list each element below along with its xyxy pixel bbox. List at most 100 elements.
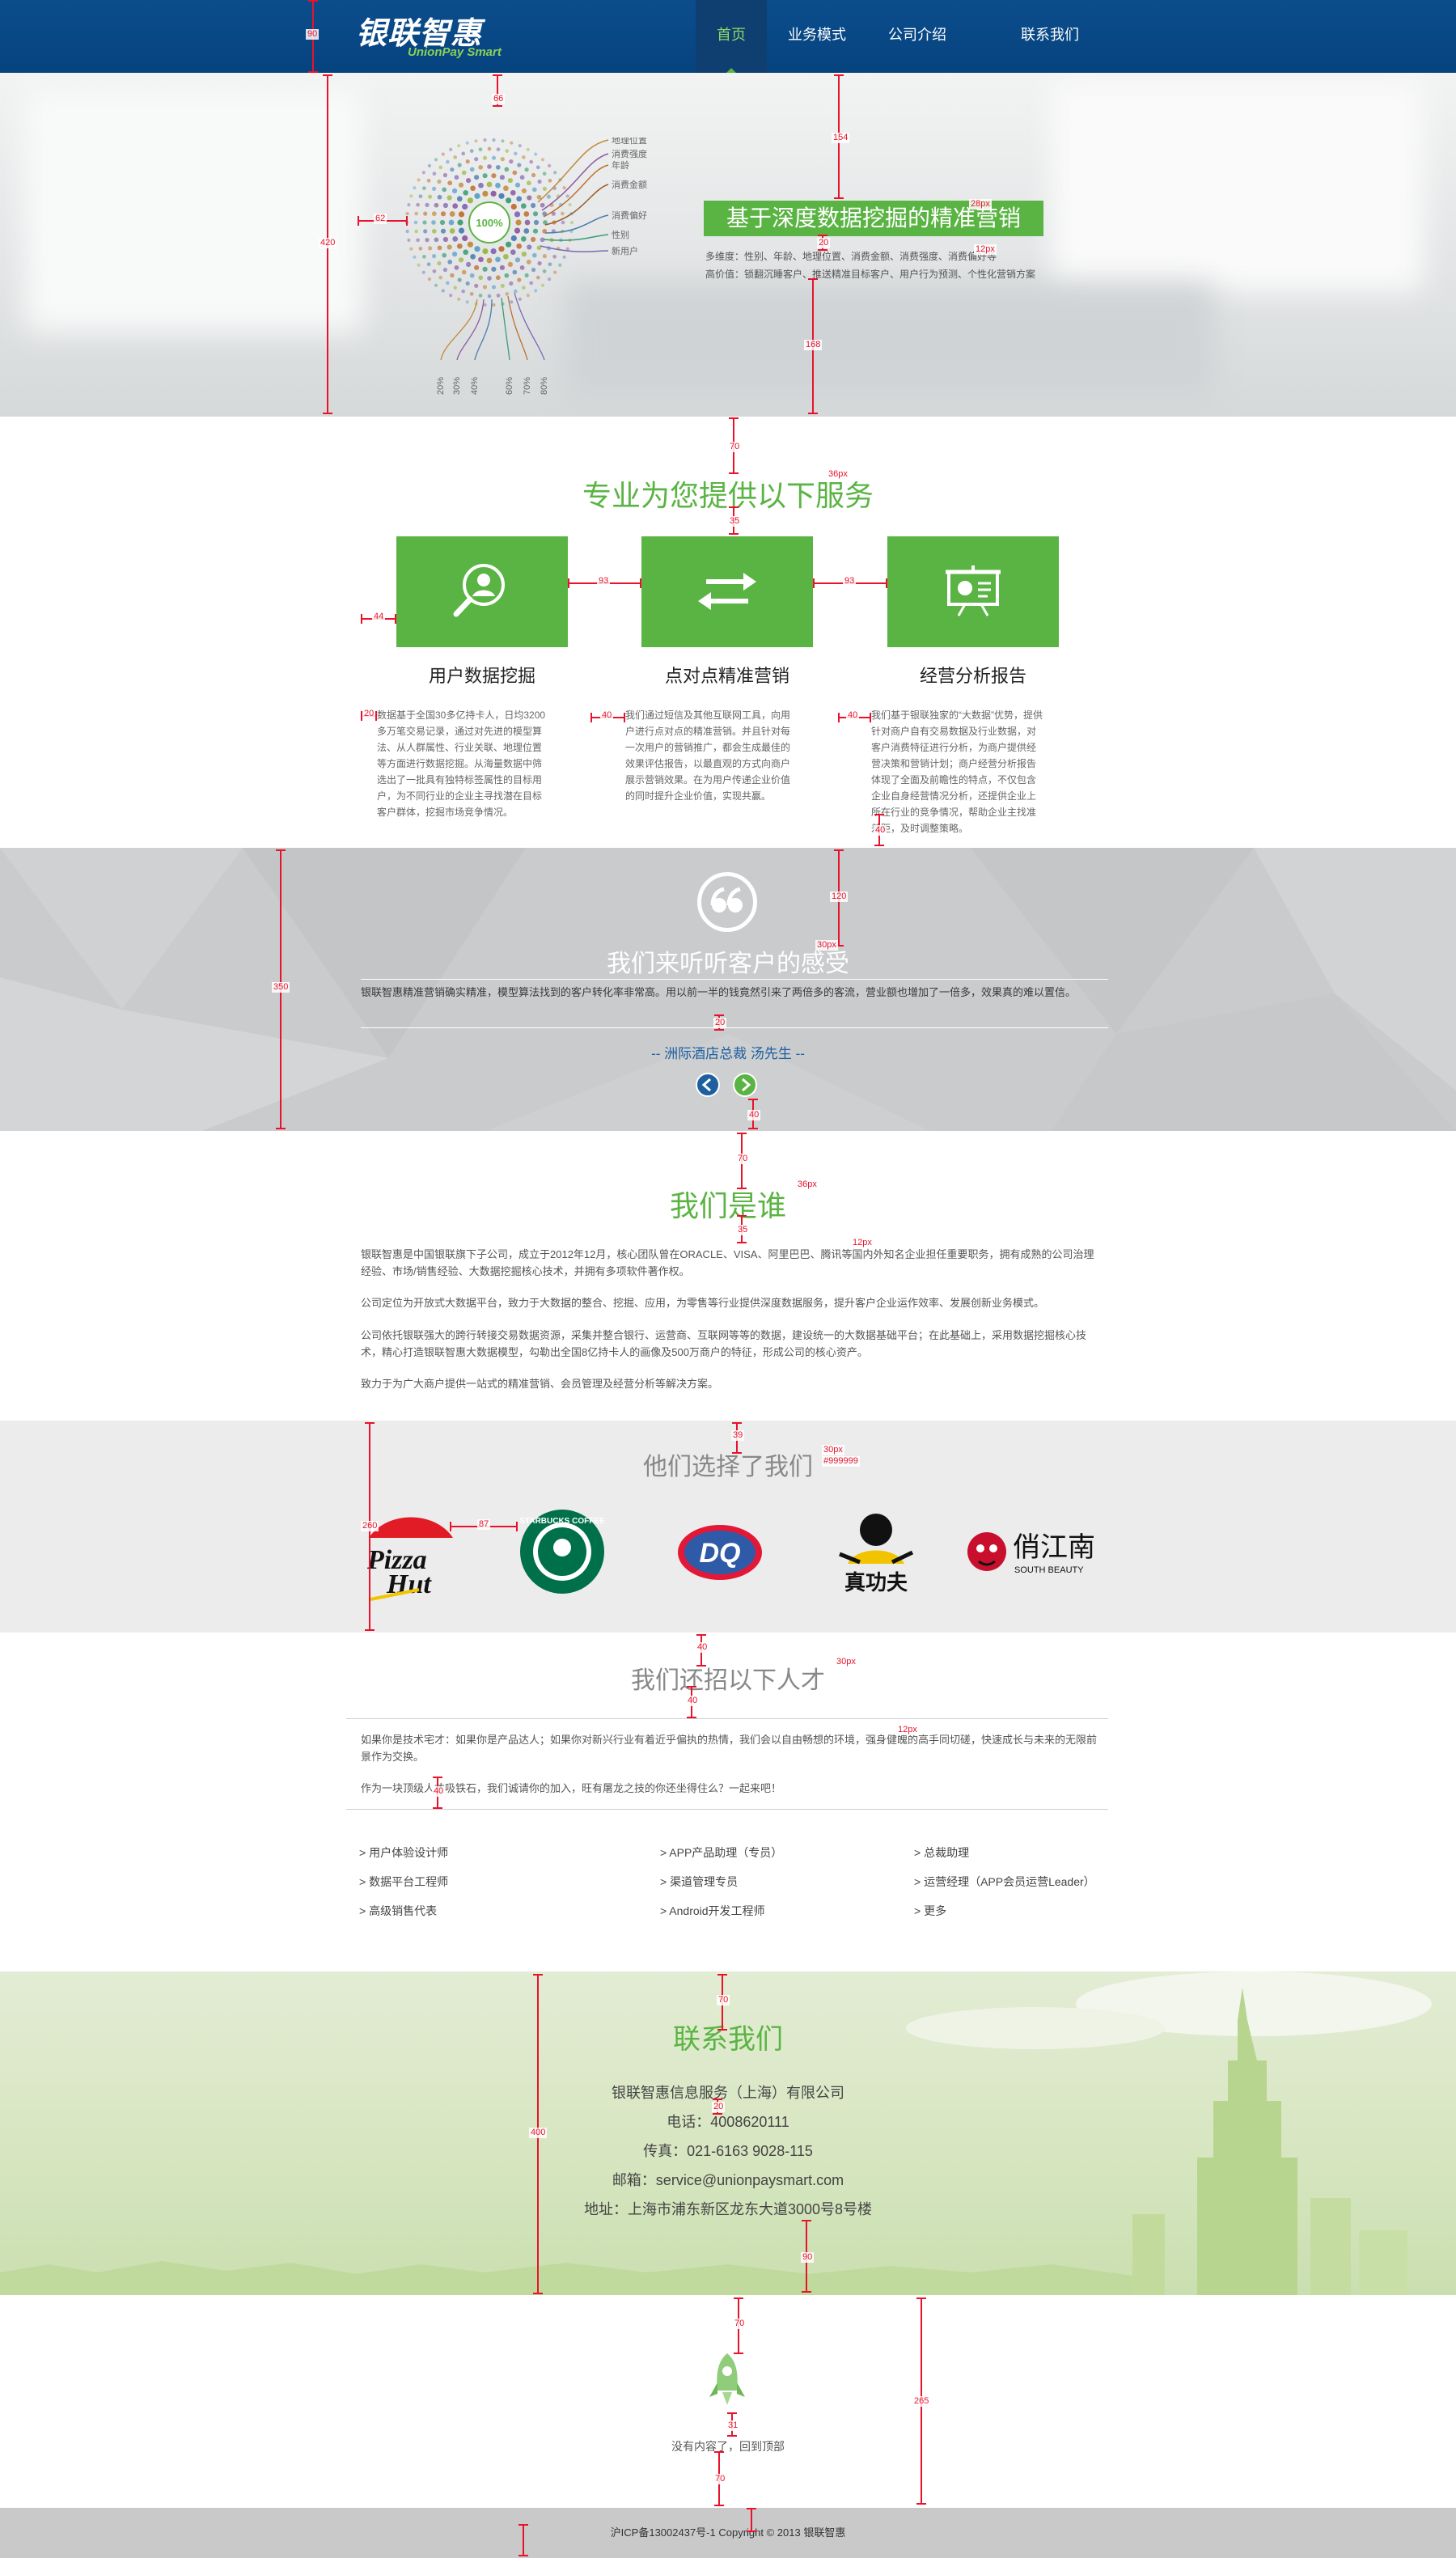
decorative-dot (506, 197, 512, 204)
prev-testimonial-button[interactable] (696, 1073, 720, 1097)
decorative-dot (504, 167, 510, 172)
decorative-dot (546, 194, 551, 199)
jobs-title: 我们还招以下人才 (631, 1667, 825, 1694)
pizza-hut-logo: Pizza Hut (366, 1517, 453, 1601)
decorative-dot (466, 261, 472, 267)
contact-fax: 传真：021-6163 9028-115 (643, 2143, 813, 2159)
decorative-dot (437, 245, 442, 251)
service-name: 用户数据挖掘 (428, 666, 535, 686)
nav-item-contact[interactable]: 联系我们 (1000, 0, 1100, 73)
nav-item-company-intro[interactable]: 公司介绍 (867, 0, 967, 73)
measure-label: 31 (726, 2420, 740, 2431)
jobs-intro: 作为一块顶级人才吸铁石，我们诚请你的加入，旺有屠龙之技的你还坐得住么？一起来吧！ (361, 1782, 782, 1794)
logo[interactable]: 银联智惠 UnionPay Smart (356, 8, 518, 65)
hero-feature-line: 多维度：性别、年龄、地理位置、消费金额、消费强度、消费偏好等 (705, 251, 997, 262)
decorative-dot (523, 211, 530, 217)
service-card-precise-marketing[interactable] (641, 536, 813, 647)
decorative-dot (495, 275, 501, 281)
services-title: 专业为您提供以下服务 (582, 479, 874, 512)
decorative-dot (442, 236, 448, 243)
decorative-dot (469, 292, 474, 296)
decorative-dot (432, 269, 437, 273)
decorative-dot (505, 292, 510, 296)
testimonial-section: 我们来听听客户的感受 银联智惠精准营销确实精准，模型算法找到的客户转化率非常高。… (0, 848, 1456, 1131)
decorative-dot (474, 157, 479, 162)
callout-label: 性别 (612, 229, 629, 240)
decorative-dot (500, 157, 505, 162)
decorative-dot (537, 179, 542, 184)
decorative-dot (531, 252, 537, 258)
measure-label: 70 (728, 442, 742, 452)
decorative-dot (492, 138, 496, 142)
contact-phone: 电话：4008620111 (667, 2114, 789, 2130)
decorative-dot (542, 269, 547, 273)
decorative-dot (482, 190, 489, 197)
decorative-dot (458, 257, 464, 263)
job-link[interactable]: > 用户体验设计师 (359, 1844, 448, 1861)
decorative-dot (437, 179, 442, 184)
job-link[interactable]: > 更多 (914, 1903, 946, 1919)
decorative-dot (518, 144, 522, 148)
job-link[interactable]: > 高级销售代表 (359, 1903, 437, 1919)
measure-label: 36px (796, 1179, 819, 1190)
decorative-dot (449, 147, 453, 151)
job-link[interactable]: > APP产品助理（专员） (660, 1844, 782, 1861)
decorative-dot (447, 259, 453, 265)
next-testimonial-button[interactable] (733, 1073, 757, 1097)
measure-label: 12px (974, 244, 997, 255)
nav-item-home[interactable]: 首页 (696, 0, 767, 74)
decorative-dot (514, 182, 521, 188)
decorative-dot (428, 246, 433, 251)
callout-label: 消费强度 (612, 148, 647, 159)
decorative-dot (445, 281, 450, 286)
measure-label: 40 (874, 825, 887, 836)
job-link[interactable]: > 总裁助理 (914, 1844, 969, 1861)
decorative-dot (519, 175, 525, 180)
decorative-dot (431, 211, 437, 217)
measure-label: 12px (851, 1238, 874, 1248)
decorative-dot (495, 256, 501, 263)
rocket-icon[interactable] (703, 2350, 751, 2415)
decorative-dot (533, 219, 540, 226)
decorative-dot (482, 285, 488, 290)
callout-label: 消费偏好 (612, 210, 647, 221)
decorative-dot (407, 238, 411, 242)
decorative-dot (478, 182, 484, 188)
back-to-top-link[interactable]: 没有内容了，回到顶部 (0, 2438, 1456, 2454)
decorative-dot (520, 236, 527, 242)
decorative-dot (531, 187, 537, 193)
measure-label: 93 (843, 576, 857, 587)
callout-labels: 地理位置 消费强度 年龄 消费金额 消费偏好 性别 新用户 (612, 138, 647, 256)
decorative-dot (452, 252, 458, 257)
decorative-dot (534, 289, 538, 293)
page: 银联智惠 UnionPay Smart 首页 业务模式 公司介绍 联系我们 10… (0, 0, 1456, 2558)
nav-item-business-model[interactable]: 业务模式 (767, 0, 867, 73)
service-card-business-report[interactable] (887, 536, 1059, 647)
measure-label: 66 (492, 94, 506, 104)
decorative-dot (542, 186, 547, 191)
job-link[interactable]: > 渠道管理专员 (660, 1874, 738, 1890)
decorative-dot (452, 188, 458, 193)
job-link[interactable]: > 数据平台工程师 (359, 1874, 448, 1890)
job-link[interactable]: > 运营经理（APP会员运营Leader） (914, 1874, 1095, 1890)
service-card-data-mining[interactable] (396, 536, 568, 647)
job-link[interactable]: > Android开发工程师 (660, 1903, 765, 1919)
hero-background-window (1052, 81, 1424, 291)
callout-label: 消费金额 (612, 179, 647, 190)
decorative-dot (458, 211, 465, 218)
decorative-dot (510, 189, 516, 196)
decorative-dot (440, 228, 447, 234)
decorative-dot (461, 151, 466, 156)
decorative-dot (524, 167, 529, 172)
percent-label: 20% (436, 377, 446, 395)
quote-icon (697, 872, 757, 932)
measure-label: 20 (362, 709, 376, 719)
decorative-dot (540, 158, 545, 162)
decorative-dot (432, 172, 437, 176)
decorative-dot (457, 297, 461, 301)
decorative-dot (515, 219, 522, 226)
decorative-dot (428, 194, 433, 199)
percent-lines (440, 292, 545, 361)
decorative-dot (454, 175, 459, 180)
decorative-dot (521, 286, 526, 290)
